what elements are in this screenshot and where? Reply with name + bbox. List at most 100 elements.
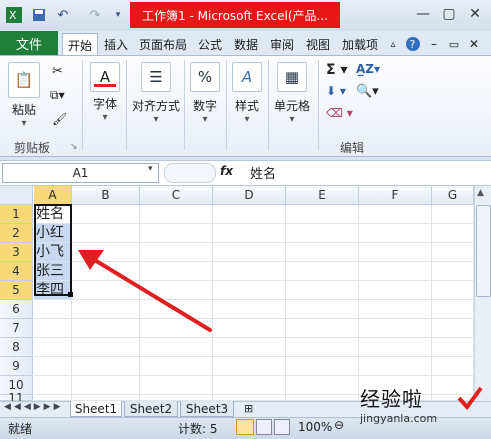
doc-restore-icon[interactable]: ▭: [446, 33, 462, 55]
cell-g5[interactable]: [432, 281, 474, 300]
cell-a1[interactable]: 姓名: [34, 205, 72, 224]
copy-icon[interactable]: ⧉▾: [50, 88, 65, 103]
row-header-6[interactable]: 6: [0, 300, 33, 319]
cell-d8[interactable]: [213, 338, 286, 357]
cell-d5[interactable]: [213, 281, 286, 300]
help-icon[interactable]: ?: [404, 33, 422, 55]
scroll-up-icon[interactable]: ▲: [477, 188, 484, 198]
cell-g9[interactable]: [432, 357, 474, 376]
sheet-tab-2[interactable]: Sheet2: [124, 401, 178, 417]
cell-f8[interactable]: [359, 338, 432, 357]
cell-e10[interactable]: [286, 376, 359, 395]
cell-a3[interactable]: 小飞: [34, 243, 72, 262]
ribbon-minimize-icon[interactable]: ▵: [386, 33, 400, 55]
column-header-a[interactable]: A: [34, 186, 72, 205]
close-icon[interactable]: ✕: [462, 3, 488, 25]
scrollbar-thumb[interactable]: [476, 205, 491, 297]
sort-filter-icon[interactable]: A̲Z▾: [356, 62, 380, 76]
cell-f2[interactable]: [359, 224, 432, 243]
cell-a10[interactable]: [34, 376, 72, 395]
cell-f9[interactable]: [359, 357, 432, 376]
format-painter-icon[interactable]: 🖌: [52, 112, 67, 126]
cell-d2[interactable]: [213, 224, 286, 243]
undo-icon[interactable]: ↶: [52, 6, 74, 24]
fill-icon[interactable]: ⬇ ▾: [326, 84, 346, 98]
cell-c1[interactable]: [140, 205, 213, 224]
tab-page-layout[interactable]: 页面布局: [136, 33, 190, 55]
cell-a6[interactable]: [34, 300, 72, 319]
column-header-d[interactable]: D: [213, 186, 286, 205]
cell-a8[interactable]: [34, 338, 72, 357]
cell-e2[interactable]: [286, 224, 359, 243]
cells-button[interactable]: ▦ 单元格 ▾: [274, 62, 310, 125]
tab-review[interactable]: 审阅: [266, 33, 298, 55]
cell-g3[interactable]: [432, 243, 474, 262]
maximize-icon[interactable]: ▢: [436, 3, 462, 25]
cell-g1[interactable]: [432, 205, 474, 224]
cell-a9[interactable]: [34, 357, 72, 376]
cut-icon[interactable]: ✂: [52, 64, 63, 79]
cell-f6[interactable]: [359, 300, 432, 319]
cell-a5[interactable]: 李四: [34, 281, 72, 300]
formula-bar-expander[interactable]: [164, 163, 216, 183]
cell-c9[interactable]: [140, 357, 213, 376]
column-header-c[interactable]: C: [140, 186, 213, 205]
cell-d1[interactable]: [213, 205, 286, 224]
cell-f4[interactable]: [359, 262, 432, 281]
row-header-5[interactable]: 5: [0, 281, 33, 300]
formula-input[interactable]: 姓名: [242, 163, 491, 182]
cell-f3[interactable]: [359, 243, 432, 262]
cell-c8[interactable]: [140, 338, 213, 357]
tab-insert[interactable]: 插入: [100, 33, 132, 55]
select-all-corner[interactable]: [0, 186, 33, 205]
tab-view[interactable]: 视图: [302, 33, 334, 55]
cell-d3[interactable]: [213, 243, 286, 262]
column-header-b[interactable]: B: [72, 186, 140, 205]
doc-minimize-icon[interactable]: –: [426, 33, 442, 55]
name-box[interactable]: A1: [2, 163, 159, 183]
sheet-tab-1[interactable]: Sheet1: [70, 401, 122, 417]
cell-b10[interactable]: [72, 376, 140, 395]
cell-d6[interactable]: [213, 300, 286, 319]
column-header-e[interactable]: E: [286, 186, 359, 205]
column-header-f[interactable]: F: [359, 186, 432, 205]
alignment-button[interactable]: ☰ 对齐方式 ▾: [132, 62, 180, 125]
tab-data[interactable]: 数据: [230, 33, 262, 55]
zoom-out-icon[interactable]: ⊖: [334, 418, 344, 432]
styles-button[interactable]: A 样式 ▾: [232, 62, 262, 125]
autosum-icon[interactable]: Σ ▾: [326, 62, 347, 78]
normal-view-icon[interactable]: [236, 419, 254, 435]
row-header-4[interactable]: 4: [0, 262, 33, 281]
redo-icon[interactable]: ↷: [84, 6, 106, 24]
doc-close-icon[interactable]: ✕: [466, 33, 482, 55]
row-header-3[interactable]: 3: [0, 243, 33, 262]
cell-g4[interactable]: [432, 262, 474, 281]
cell-f1[interactable]: [359, 205, 432, 224]
cell-d10[interactable]: [213, 376, 286, 395]
minimize-icon[interactable]: —: [410, 3, 436, 25]
cell-e1[interactable]: [286, 205, 359, 224]
number-button[interactable]: % 数字 ▾: [190, 62, 220, 125]
tab-home[interactable]: 开始: [62, 33, 98, 56]
dialog-launcher-icon[interactable]: ↘: [70, 142, 78, 152]
cell-e8[interactable]: [286, 338, 359, 357]
cell-e5[interactable]: [286, 281, 359, 300]
cell-g6[interactable]: [432, 300, 474, 319]
tab-file[interactable]: 文件: [0, 31, 58, 55]
tab-formulas[interactable]: 公式: [194, 33, 226, 55]
chevron-down-icon[interactable]: ▾: [148, 164, 153, 174]
save-icon[interactable]: [30, 6, 48, 24]
font-button[interactable]: A 字体 ▾: [90, 62, 120, 123]
tab-addins[interactable]: 加载项: [338, 33, 382, 55]
zoom-level[interactable]: 100%: [298, 420, 332, 434]
new-sheet-icon[interactable]: ⊞: [244, 402, 253, 415]
insert-function-icon[interactable]: fx: [220, 164, 233, 178]
column-header-g[interactable]: G: [432, 186, 474, 205]
cell-g2[interactable]: [432, 224, 474, 243]
excel-icon[interactable]: X: [4, 6, 24, 24]
cell-a7[interactable]: [34, 319, 72, 338]
cell-a4[interactable]: 张三: [34, 262, 72, 281]
cell-d4[interactable]: [213, 262, 286, 281]
sheet-tab-3[interactable]: Sheet3: [180, 401, 234, 417]
cell-b1[interactable]: [72, 205, 140, 224]
